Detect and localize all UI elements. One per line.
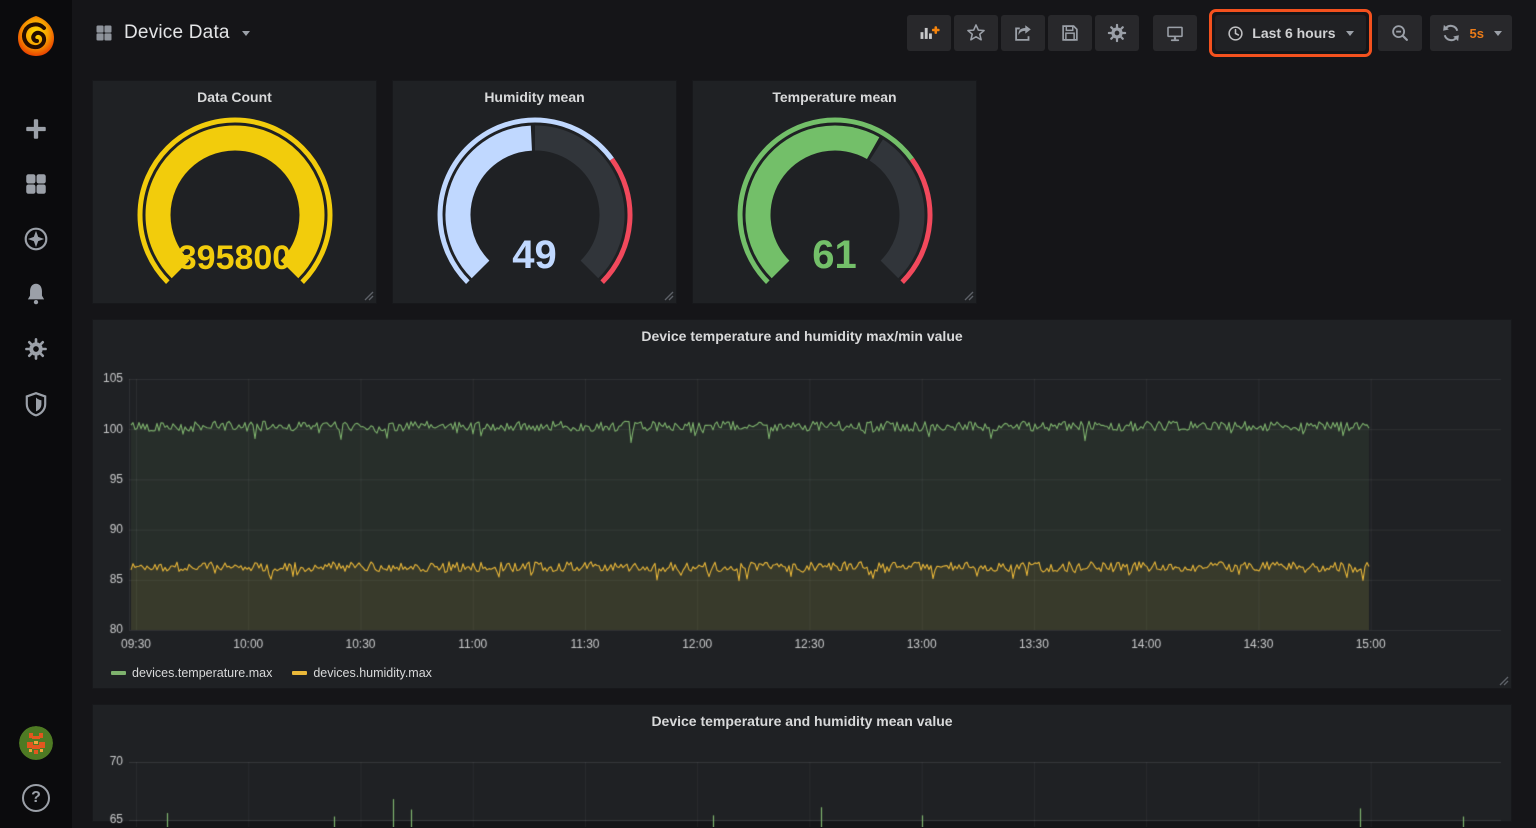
magnifier-minus-icon bbox=[1389, 22, 1411, 44]
panel-resize-handle[interactable] bbox=[362, 289, 374, 301]
panel-title[interactable]: Device temperature and humidity max/min … bbox=[93, 320, 1511, 354]
panel-title[interactable]: Data Count bbox=[93, 81, 376, 115]
panel-humidity-mean: Humidity mean 49 bbox=[392, 80, 677, 304]
create-plus-icon[interactable] bbox=[23, 116, 49, 142]
star-icon bbox=[965, 22, 987, 44]
panel-temperature-mean: Temperature mean 61 bbox=[692, 80, 977, 304]
legend-item-temperature-max[interactable]: devices.temperature.max bbox=[111, 666, 272, 680]
zoom-out-time-button[interactable] bbox=[1378, 15, 1422, 51]
configuration-gear-icon[interactable] bbox=[23, 336, 49, 362]
grafana-logo-icon[interactable] bbox=[0, 0, 72, 72]
settings-gear-icon bbox=[1106, 22, 1128, 44]
panel-title[interactable]: Device temperature and humidity mean val… bbox=[93, 705, 1511, 739]
cycle-view-mode-button[interactable] bbox=[1153, 15, 1197, 51]
panel-mean-chart: Device temperature and humidity mean val… bbox=[92, 704, 1512, 822]
panel-resize-handle[interactable] bbox=[1497, 674, 1509, 686]
panel-title[interactable]: Temperature mean bbox=[693, 81, 976, 115]
gauge-value: 61 bbox=[693, 233, 976, 278]
refresh-interval-dropdown[interactable]: 5s bbox=[1470, 26, 1484, 41]
panel-title[interactable]: Humidity mean bbox=[393, 81, 676, 115]
gauge-row: Data Count 395800 Humidity mean 49 bbox=[92, 80, 1512, 304]
star-button[interactable] bbox=[954, 15, 998, 51]
refresh-caret-icon bbox=[1494, 31, 1502, 36]
dashboard-title-menu[interactable]: Device Data bbox=[94, 22, 250, 44]
panel-data-count: Data Count 395800 bbox=[92, 80, 377, 304]
legend-color-swatch bbox=[111, 671, 126, 675]
title-caret-down-icon bbox=[242, 31, 250, 36]
share-icon bbox=[1012, 22, 1034, 44]
gauge-value: 395800 bbox=[93, 239, 376, 278]
legend-color-swatch bbox=[292, 671, 307, 675]
chart-legend: devices.temperature.max devices.humidity… bbox=[111, 666, 432, 680]
dashboards-grid-icon[interactable] bbox=[23, 171, 49, 197]
user-avatar[interactable] bbox=[19, 726, 53, 760]
toolbar: Last 6 hours bbox=[904, 9, 1512, 57]
sidebar-menu bbox=[23, 116, 49, 417]
dashboard-squares-icon bbox=[94, 23, 114, 43]
panel-max-min-chart: Device temperature and humidity max/min … bbox=[92, 319, 1512, 689]
timeseries-chart-mean[interactable] bbox=[101, 739, 1505, 827]
refresh-icon bbox=[1440, 22, 1462, 44]
help-icon[interactable]: ? bbox=[22, 784, 50, 812]
main-area: Device Data bbox=[72, 0, 1536, 828]
add-panel-button[interactable] bbox=[907, 15, 951, 51]
time-range-label: Last 6 hours bbox=[1252, 25, 1335, 41]
dashboard-settings-button[interactable] bbox=[1095, 15, 1139, 51]
save-icon bbox=[1059, 22, 1081, 44]
sidebar: ? bbox=[0, 0, 72, 828]
save-button[interactable] bbox=[1048, 15, 1092, 51]
refresh-button[interactable]: 5s bbox=[1430, 15, 1512, 51]
sidebar-bottom: ? bbox=[19, 726, 53, 812]
time-range-caret-icon bbox=[1346, 31, 1354, 36]
explore-compass-icon[interactable] bbox=[23, 226, 49, 252]
page-title: Device Data bbox=[124, 22, 230, 44]
help-glyph: ? bbox=[31, 789, 41, 807]
clock-icon bbox=[1227, 25, 1244, 42]
dashboard-grid: Data Count 395800 Humidity mean 49 bbox=[72, 66, 1536, 822]
timeseries-chart-max-min[interactable] bbox=[101, 354, 1505, 666]
time-range-picker[interactable]: Last 6 hours bbox=[1215, 15, 1365, 51]
server-admin-shield-icon[interactable] bbox=[23, 391, 49, 417]
time-range-annotation: Last 6 hours bbox=[1209, 9, 1371, 57]
alerting-bell-icon[interactable] bbox=[23, 281, 49, 307]
share-button[interactable] bbox=[1001, 15, 1045, 51]
monitor-icon bbox=[1164, 22, 1186, 44]
legend-item-humidity-max[interactable]: devices.humidity.max bbox=[292, 666, 432, 680]
panel-resize-handle[interactable] bbox=[662, 289, 674, 301]
panel-resize-handle[interactable] bbox=[962, 289, 974, 301]
dashboard-topbar: Device Data bbox=[72, 0, 1536, 66]
grafana-app: ? Device Data bbox=[0, 0, 1536, 828]
gauge-value: 49 bbox=[393, 233, 676, 278]
add-panel-icon bbox=[918, 22, 940, 44]
